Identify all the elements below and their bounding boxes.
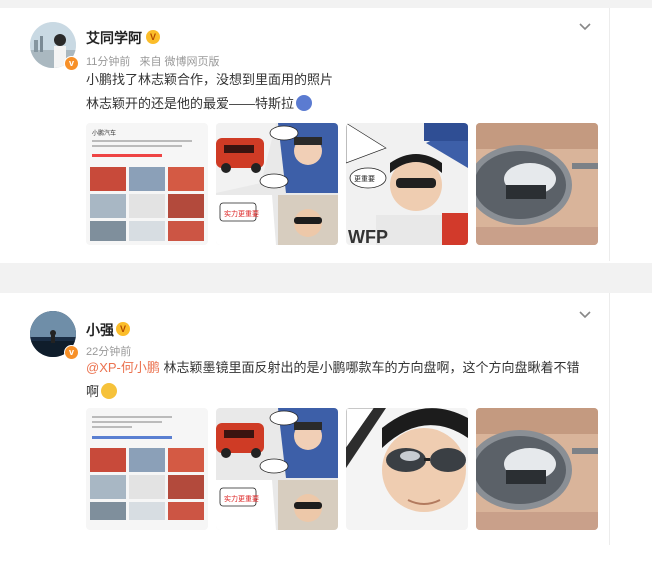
post-card: v 艾同学阿 V 11分钟前 来自 微博网页版 小鹏找了林志颖合作，没想到里面用… — [20, 8, 610, 261]
svg-text:WFP: WFP — [348, 227, 388, 245]
comic-bubble-text: 实力更重要 — [224, 494, 259, 503]
post-text-line: 小鹏找了林志颖合作，没想到里面用的照片 — [86, 72, 334, 87]
post-text-line: 啊 — [86, 380, 601, 404]
image-thumbnail[interactable]: 实力更重要 — [216, 408, 338, 530]
emoji-icon — [296, 95, 313, 111]
mention-link[interactable]: @XP-何小鹏 — [86, 360, 160, 375]
post-card: v 小强 V 22分钟前 @XP-何小鹏 林志颖墨镜里面反射出的是小鹏哪款车的方… — [20, 293, 610, 545]
comic-bubble-text: 更重要 — [354, 175, 375, 183]
image-thumbnail[interactable]: 更重要 WFP — [346, 123, 468, 245]
post-text-line: 林志颖开的还是他的最爱——特斯拉 — [86, 92, 333, 116]
image-thumbnail[interactable] — [86, 408, 208, 530]
image-thumbnail[interactable]: 实力更重要 — [216, 123, 338, 245]
level-badge-icon: V — [116, 322, 130, 336]
level-badge-icon: V — [146, 30, 160, 44]
chevron-down-icon[interactable] — [577, 19, 593, 35]
post-text-line: @XP-何小鹏 林志颖墨镜里面反射出的是小鹏哪款车的方向盘啊，这个方向盘瞅着不错 — [86, 360, 580, 375]
image-thumbnail[interactable]: 小鹏汽车 — [86, 123, 208, 245]
image-thumbnail[interactable] — [346, 408, 468, 530]
chevron-down-icon[interactable] — [577, 307, 593, 323]
emoji-icon — [101, 383, 118, 399]
post-source: 来自 微博网页版 — [139, 56, 220, 68]
post-text: 小鹏找了林志颖合作，没想到里面用的照片 林志颖开的还是他的最爱——特斯拉 — [86, 68, 333, 116]
username[interactable]: 小强 — [86, 320, 114, 340]
image-thumbnail[interactable] — [476, 123, 598, 245]
post-meta: 11分钟前 来自 微博网页版 — [86, 53, 226, 69]
username[interactable]: 艾同学阿 — [86, 28, 142, 48]
verified-badge-icon: v — [64, 56, 79, 71]
thumb-caption: 小鹏汽车 — [92, 129, 116, 137]
post-time[interactable]: 11分钟前 — [86, 56, 130, 68]
post-text: @XP-何小鹏 林志颖墨镜里面反射出的是小鹏哪款车的方向盘啊，这个方向盘瞅着不错… — [86, 356, 601, 404]
verified-badge-icon: v — [64, 345, 79, 360]
comic-bubble-text: 实力更重要 — [224, 209, 259, 218]
image-thumbnail[interactable] — [476, 408, 598, 530]
